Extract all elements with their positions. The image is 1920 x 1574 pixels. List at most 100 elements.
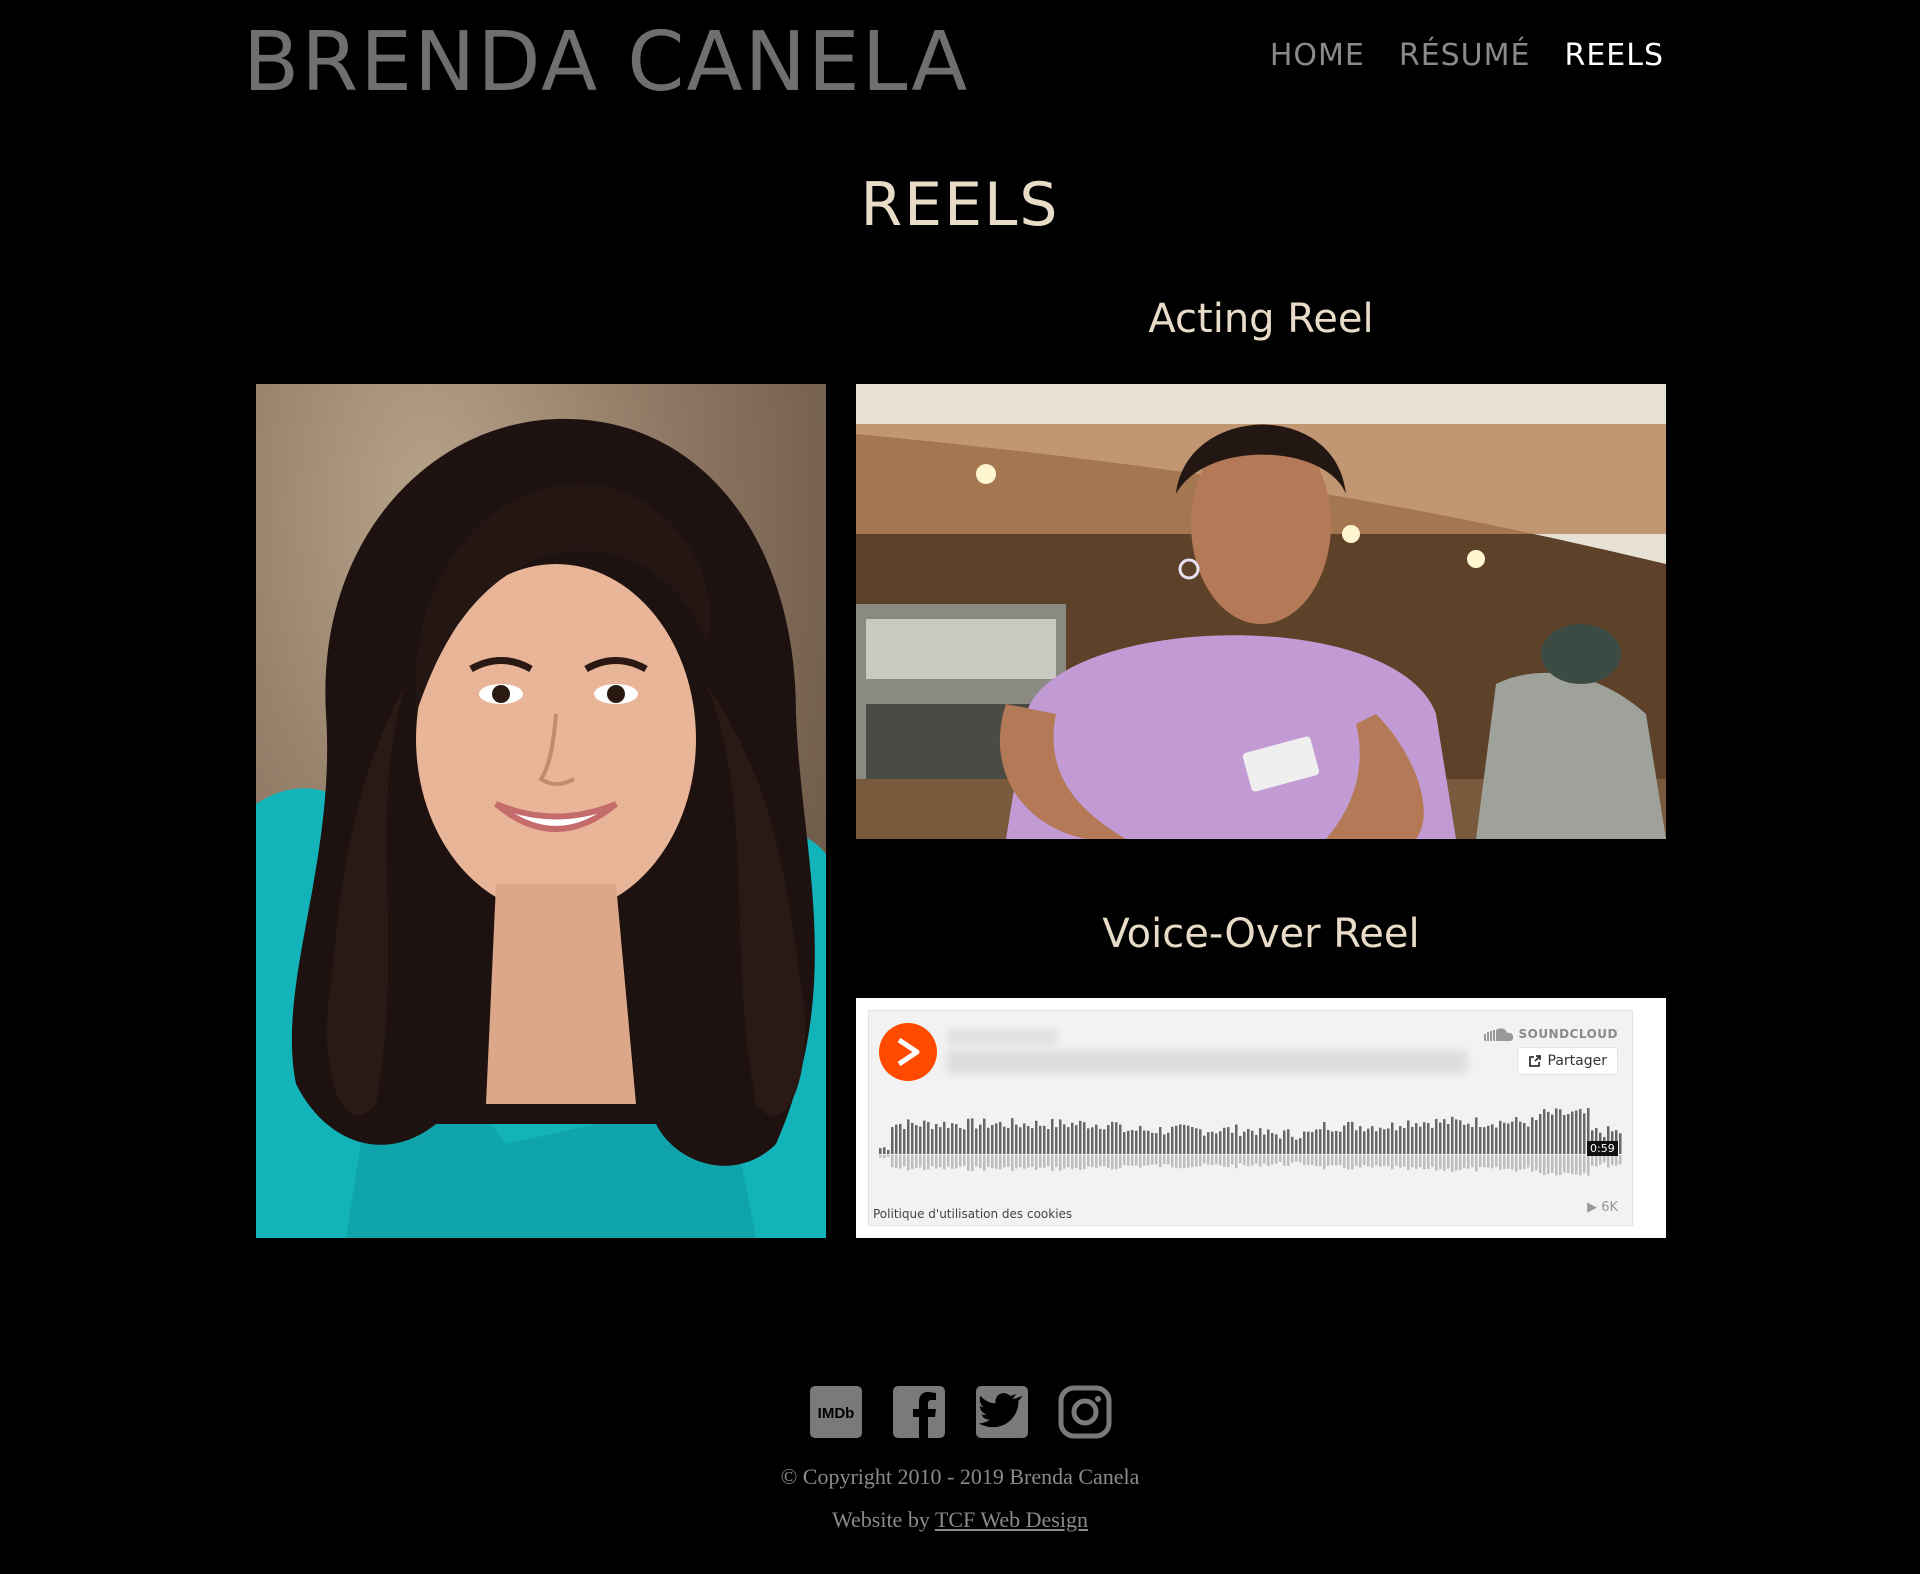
waveform-bar (915, 1125, 918, 1154)
waveform-bar-reflection (1187, 1155, 1190, 1168)
waveform-bar-reflection (887, 1155, 890, 1157)
play-button[interactable] (879, 1023, 937, 1081)
waveform-bar (1351, 1121, 1354, 1154)
waveform-bar (1031, 1128, 1034, 1154)
share-icon (1528, 1055, 1541, 1067)
waveform-bar-reflection (939, 1155, 942, 1168)
waveform-bar-reflection (1603, 1155, 1606, 1163)
waveform-bar-reflection (967, 1155, 970, 1171)
nav-reels[interactable]: REELS (1564, 38, 1664, 73)
waveform-bar-reflection (1335, 1155, 1338, 1166)
waveform-bar-reflection (1531, 1155, 1534, 1172)
waveform-bar-reflection (1251, 1155, 1254, 1166)
waveform-bar (1039, 1125, 1042, 1154)
waveform-bar (1087, 1128, 1090, 1154)
waveform-bar-reflection (1323, 1155, 1326, 1170)
waveform-bar (1231, 1132, 1234, 1154)
waveform-bar (1519, 1121, 1522, 1154)
waveform-bar (1015, 1124, 1018, 1154)
waveform-bar (1483, 1127, 1486, 1154)
waveform-bar-reflection (1367, 1155, 1370, 1167)
waveform-bar (939, 1127, 942, 1154)
waveform-bar (1003, 1126, 1006, 1154)
audio-waveform[interactable] (875, 1106, 1623, 1186)
waveform-bar-reflection (1319, 1155, 1322, 1167)
waveform-bar (1095, 1124, 1098, 1154)
nav-resume[interactable]: RÉSUMÉ (1399, 38, 1531, 73)
waveform-bar-reflection (883, 1155, 886, 1159)
waveform-bar (1543, 1109, 1546, 1154)
waveform-bar (1507, 1123, 1510, 1154)
cookie-policy-link[interactable]: Politique d'utilisation des cookies (873, 1207, 1072, 1221)
share-button[interactable]: Partager (1516, 1047, 1618, 1075)
track-title-blurred[interactable] (947, 1051, 1467, 1073)
social-links: IMDb (0, 1385, 1920, 1439)
waveform-bar (1359, 1126, 1362, 1154)
waveform-bar-reflection (1051, 1155, 1054, 1171)
waveform-bar (887, 1150, 890, 1154)
waveform-bar-reflection (1343, 1155, 1346, 1168)
waveform-bar-reflection (879, 1155, 882, 1158)
waveform-bar (1223, 1127, 1226, 1154)
waveform-bar-reflection (1111, 1155, 1114, 1170)
waveform-bar (1047, 1129, 1050, 1154)
waveform-bar (1159, 1127, 1162, 1154)
waveform-bar (1155, 1133, 1158, 1154)
soundcloud-player: SOUNDCLOUD Partager 0:59 Politique d'uti… (856, 998, 1666, 1238)
waveform-bar-reflection (1019, 1155, 1022, 1168)
waveform-bar (1279, 1138, 1282, 1154)
waveform-bar-reflection (1115, 1155, 1118, 1170)
soundcloud-brand-label: SOUNDCLOUD (1518, 1027, 1618, 1041)
waveform-bar-reflection (1391, 1155, 1394, 1170)
waveform-bar-reflection (1055, 1155, 1058, 1168)
waveform-bar-reflection (1491, 1155, 1494, 1169)
nav-home[interactable]: HOME (1270, 38, 1365, 73)
waveform-bar-reflection (1447, 1155, 1450, 1169)
waveform-bar-reflection (1215, 1155, 1218, 1165)
waveform-bar (947, 1128, 950, 1154)
waveform-bar (1411, 1126, 1414, 1154)
waveform-bar (1419, 1126, 1422, 1154)
waveform-bar-reflection (1179, 1155, 1182, 1169)
waveform-bar-reflection (1435, 1155, 1438, 1171)
waveform-bar (1427, 1123, 1430, 1154)
soundcloud-icon (1484, 1028, 1514, 1041)
waveform-bar-reflection (1031, 1155, 1034, 1167)
waveform-bar (1043, 1125, 1046, 1154)
waveform-bar (1323, 1122, 1326, 1154)
waveform-bar-reflection (991, 1155, 994, 1169)
waveform-bar (1191, 1127, 1194, 1154)
imdb-icon[interactable]: IMDb (809, 1385, 863, 1439)
waveform-bar (1111, 1121, 1114, 1154)
waveform-bar (1367, 1128, 1370, 1154)
waveform-bar (1455, 1119, 1458, 1154)
waveform-bar (923, 1120, 926, 1154)
acting-reel-video[interactable] (856, 384, 1666, 839)
waveform-bar-reflection (1199, 1155, 1202, 1167)
page-title: REELS (860, 170, 1060, 240)
instagram-icon[interactable] (1058, 1385, 1112, 1439)
soundcloud-logo[interactable]: SOUNDCLOUD (1484, 1027, 1618, 1041)
waveform-bar (1571, 1111, 1574, 1154)
waveform-bar-reflection (1263, 1155, 1266, 1164)
waveform-bar-reflection (1559, 1155, 1562, 1176)
waveform-bar (1447, 1123, 1450, 1154)
waveform-bar-reflection (1099, 1155, 1102, 1167)
track-artist-blurred[interactable] (947, 1029, 1057, 1045)
waveform-bar-reflection (1563, 1155, 1566, 1173)
waveform-bar (1051, 1118, 1054, 1154)
waveform-bar (1567, 1114, 1570, 1154)
waveform-bar (1247, 1128, 1250, 1154)
waveform-bar-reflection (1307, 1155, 1310, 1166)
waveform-bar-reflection (1095, 1155, 1098, 1169)
waveform-bar (1055, 1127, 1058, 1154)
waveform-bar (1243, 1131, 1246, 1154)
twitter-icon[interactable] (975, 1385, 1029, 1439)
waveform-bar (1547, 1111, 1550, 1154)
waveform-bar-reflection (1619, 1155, 1622, 1165)
tcf-web-design-link[interactable]: TCF Web Design (935, 1507, 1088, 1532)
waveform-bar-reflection (1467, 1155, 1470, 1169)
facebook-icon[interactable] (892, 1385, 946, 1439)
waveform-bar (1535, 1120, 1538, 1154)
site-title[interactable]: BRENDA CANELA (243, 17, 969, 108)
